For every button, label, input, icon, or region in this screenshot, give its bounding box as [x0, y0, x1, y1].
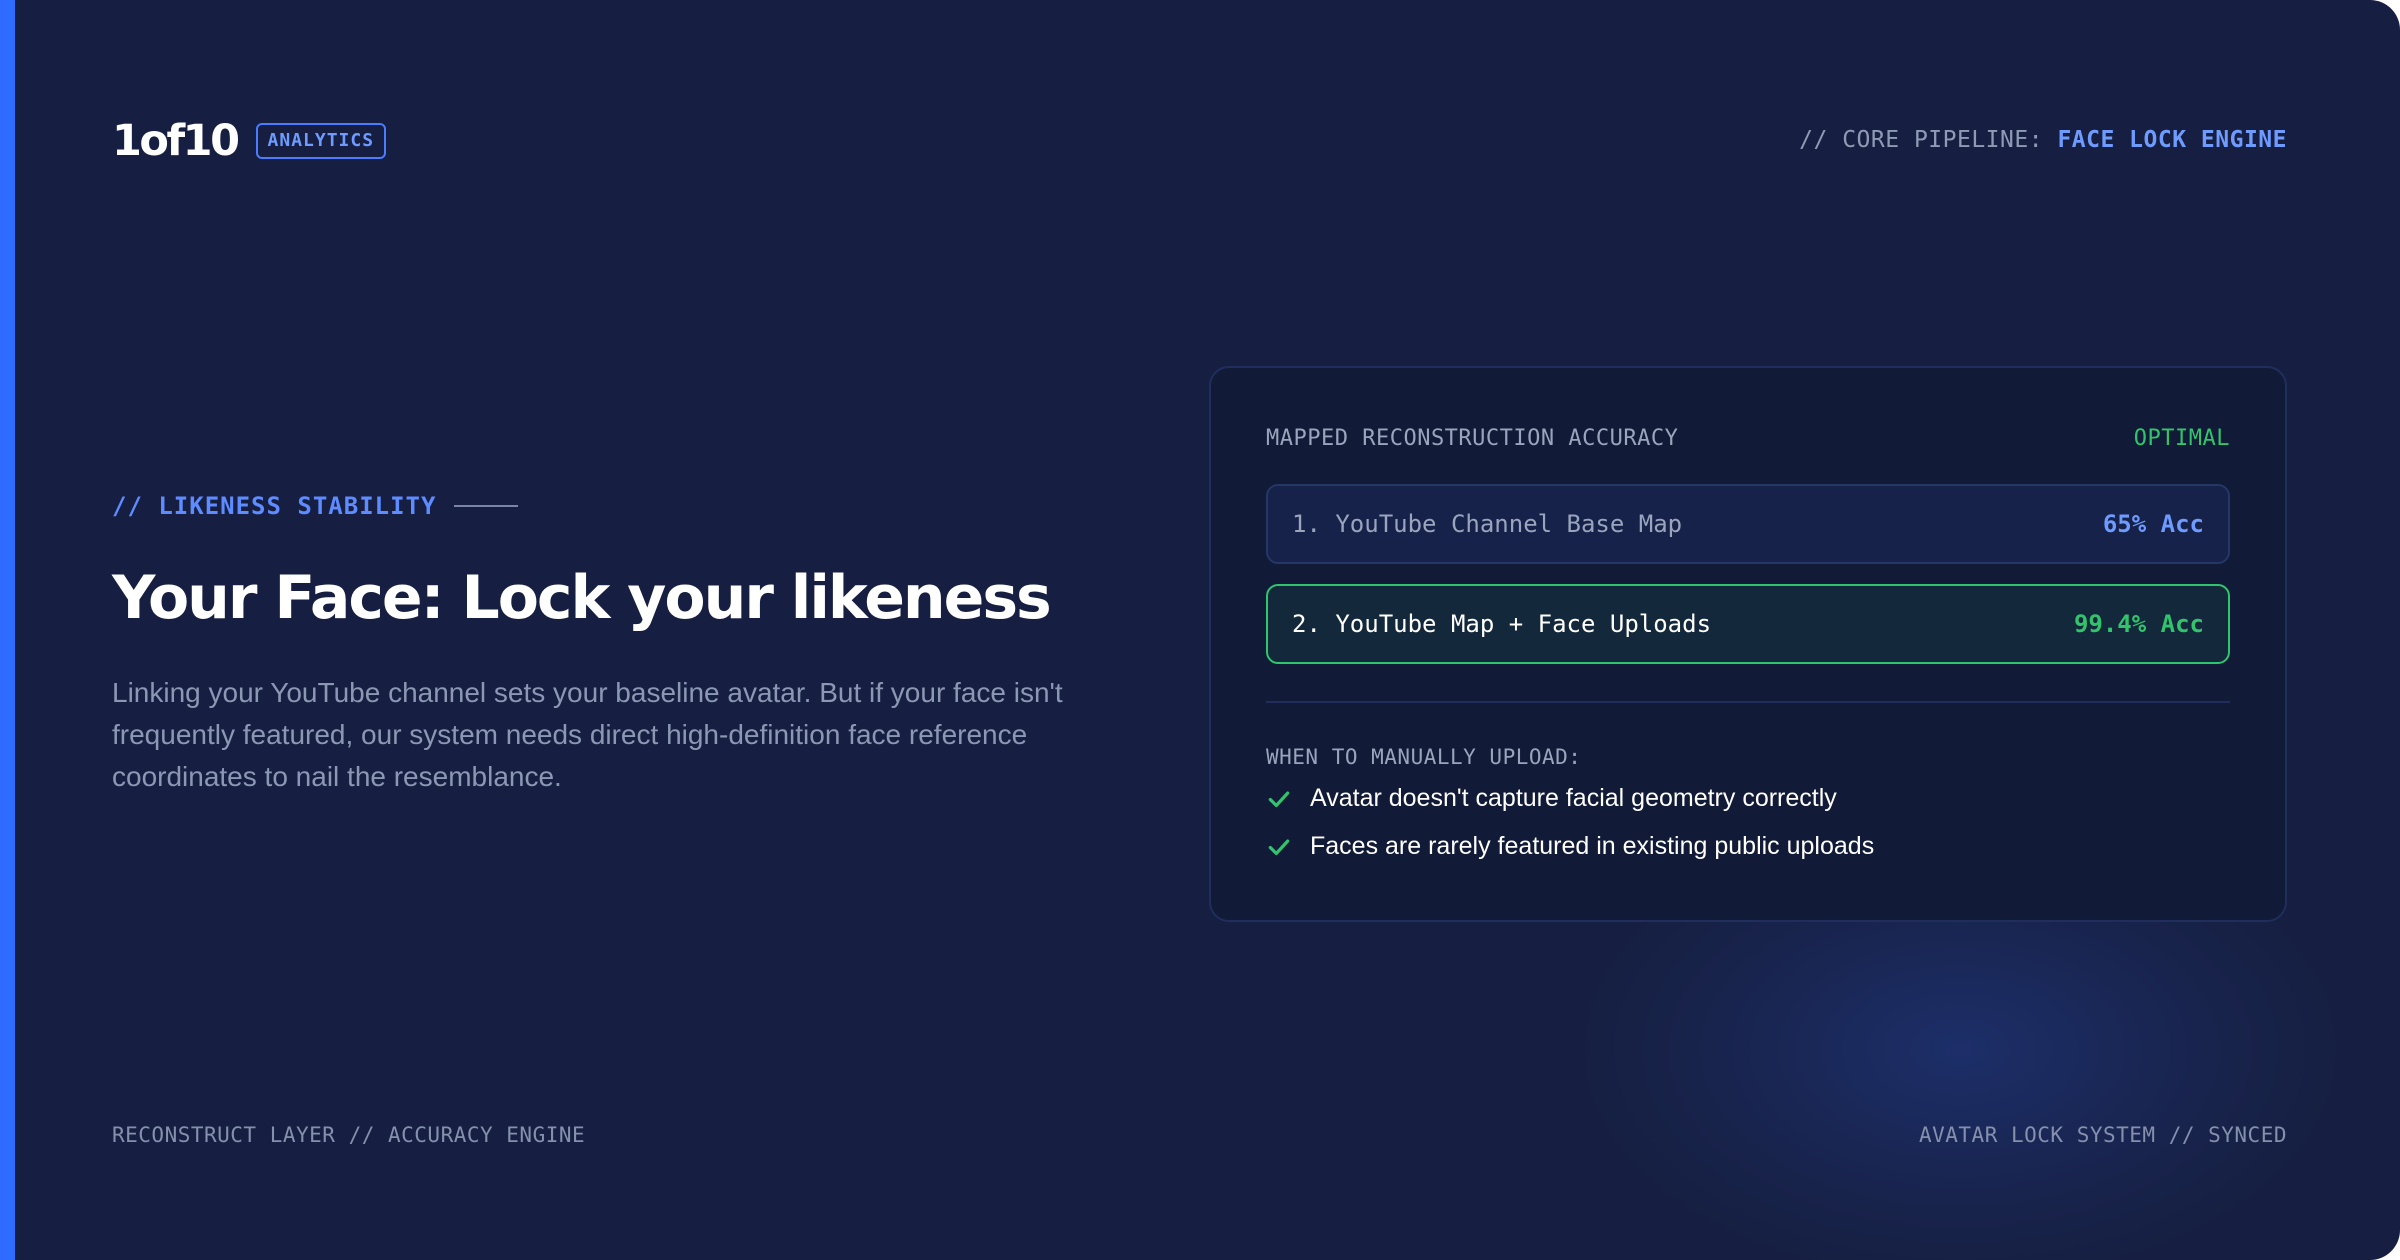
accuracy-card: MAPPED RECONSTRUCTION ACCURACY OPTIMAL 1… — [1209, 366, 2287, 922]
map-row-face-uploads: 2. YouTube Map + Face Uploads 99.4% Acc — [1266, 584, 2230, 664]
pipeline-label: // CORE PIPELINE: FACE LOCK ENGINE — [1799, 124, 2287, 156]
pipeline-prefix: // CORE PIPELINE: — [1799, 127, 2044, 153]
logo: 1of10 — [112, 116, 240, 166]
pipeline-value: FACE LOCK ENGINE — [2057, 127, 2287, 153]
eyebrow: // LIKENESS STABILITY — [112, 488, 519, 524]
footer-right: AVATAR LOCK SYSTEM // SYNCED — [1918, 1123, 2287, 1147]
page-title: Your Face: Lock your likeness — [112, 563, 1052, 633]
map-row-base: 1. YouTube Channel Base Map 65% Acc — [1266, 484, 2230, 564]
hero-description: Linking your YouTube channel sets your b… — [112, 677, 1063, 792]
eyebrow-text: // LIKENESS STABILITY — [112, 492, 437, 520]
map-row-value: 99.4% Acc — [2073, 610, 2204, 638]
map-row-value: 65% Acc — [2102, 510, 2204, 538]
map-row-label: 1. YouTube Channel Base Map — [1292, 510, 1683, 538]
card-title: MAPPED RECONSTRUCTION ACCURACY — [1266, 426, 1679, 451]
map-row-label: 2. YouTube Map + Face Uploads — [1292, 610, 1712, 638]
check-item-text: Avatar doesn't capture facial geometry c… — [1310, 784, 1837, 812]
slide-frame: 1of10 ANALYTICS // CORE PIPELINE: FACE L… — [0, 0, 2400, 1260]
eyebrow-line — [454, 505, 519, 507]
check-item: Faces are rarely featured in existing pu… — [1266, 832, 1874, 861]
analytics-badge: ANALYTICS — [255, 123, 387, 159]
check-icon — [1268, 838, 1290, 855]
status-badge: OPTIMAL — [2133, 426, 2230, 451]
check-item-text: Faces are rarely featured in existing pu… — [1310, 832, 1875, 860]
check-icon — [1268, 790, 1290, 807]
brand: 1of10 ANALYTICS — [112, 114, 387, 168]
accent-bar — [0, 0, 15, 1260]
when-to-upload-title: WHEN TO MANUALLY UPLOAD: — [1266, 745, 1582, 769]
footer-left: RECONSTRUCT LAYER // ACCURACY ENGINE — [112, 1123, 586, 1147]
card-header: MAPPED RECONSTRUCTION ACCURACY OPTIMAL — [1266, 424, 2230, 454]
card-divider — [1266, 701, 2230, 703]
check-item: Avatar doesn't capture facial geometry c… — [1266, 784, 1837, 813]
